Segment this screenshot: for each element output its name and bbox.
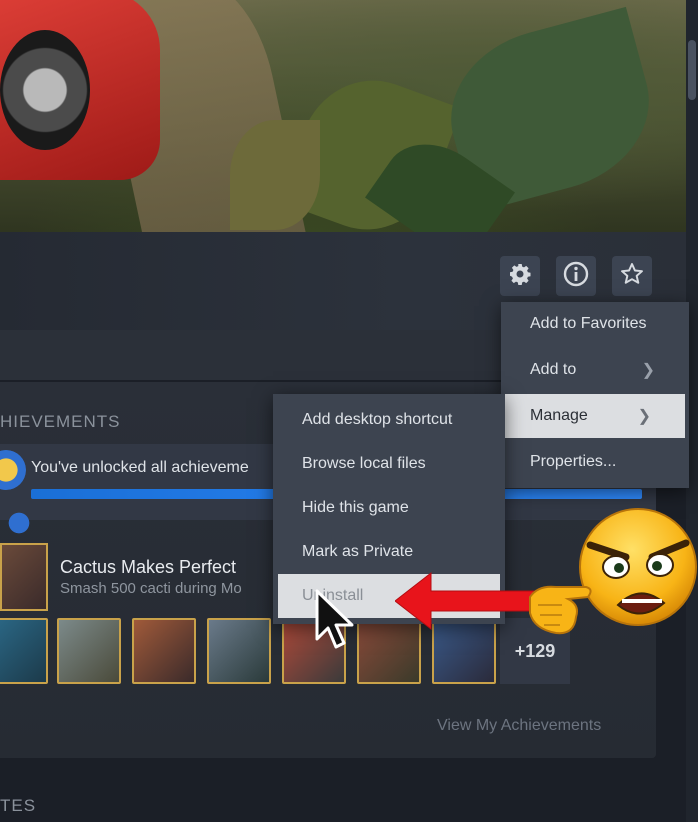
menu-item-add-desktop-shortcut[interactable]: Add desktop shortcut: [273, 398, 505, 442]
context-menu: Add to Favorites Add to ❯ Manage ❯ Prope…: [501, 302, 689, 488]
star-icon: [619, 261, 645, 292]
menu-item-properties[interactable]: Properties...: [501, 440, 689, 484]
menu-item-browse-local-files[interactable]: Browse local files: [273, 442, 505, 486]
achievements-section-title: HIEVEMENTS: [0, 412, 121, 431]
achievement-thumbnail[interactable]: [132, 618, 196, 684]
gear-icon: [508, 262, 532, 291]
achievements-banner-text: You've unlocked all achieveme: [31, 459, 249, 476]
mouse-cursor-icon: [315, 589, 354, 649]
info-button[interactable]: [556, 256, 596, 296]
menu-item-add-to-favorites[interactable]: Add to Favorites: [501, 302, 689, 346]
chevron-right-icon: ❯: [637, 408, 651, 425]
angry-pointing-emoji-icon: [529, 508, 697, 635]
bottom-section-title: TES: [0, 796, 37, 815]
achievement-thumbnail[interactable]: [0, 618, 48, 684]
achievement-thumbnail[interactable]: [207, 618, 271, 684]
latest-achievement-description: Smash 500 cacti during Mo: [60, 580, 242, 597]
favorite-button[interactable]: [612, 256, 652, 296]
menu-item-label: Add to Favorites: [530, 315, 647, 332]
info-icon: [562, 260, 590, 293]
view-my-achievements-link[interactable]: View My Achievements: [437, 717, 601, 735]
latest-achievement-icon[interactable]: [0, 543, 48, 611]
menu-item-add-to[interactable]: Add to ❯: [501, 348, 689, 392]
menu-item-label: Manage: [530, 407, 588, 424]
hero-car-wheel: [0, 30, 90, 150]
medal-ribbon-icon: [6, 510, 32, 536]
hero-leaf: [230, 120, 320, 230]
menu-item-label: Mark as Private: [302, 543, 414, 560]
menu-item-manage[interactable]: Manage ❯: [501, 394, 685, 438]
hero-car: [0, 0, 160, 180]
menu-item-label: Browse local files: [302, 455, 426, 472]
menu-item-label: Properties...: [530, 453, 617, 470]
latest-achievement-name: Cactus Makes Perfect: [60, 557, 237, 577]
menu-item-hide-this-game[interactable]: Hide this game: [273, 486, 505, 530]
chevron-right-icon: ❯: [641, 362, 655, 379]
settings-button[interactable]: [500, 256, 540, 296]
menu-item-label: Hide this game: [302, 499, 409, 516]
scrollbar-thumb[interactable]: [688, 40, 696, 100]
red-arrow-annotation: [395, 571, 540, 631]
menu-item-label: Add to: [530, 361, 577, 378]
menu-item-label: Add desktop shortcut: [302, 411, 453, 428]
achievement-thumbnail[interactable]: [57, 618, 121, 684]
game-hero-image: [0, 0, 698, 232]
menu-item-mark-as-private[interactable]: Mark as Private: [273, 530, 505, 574]
